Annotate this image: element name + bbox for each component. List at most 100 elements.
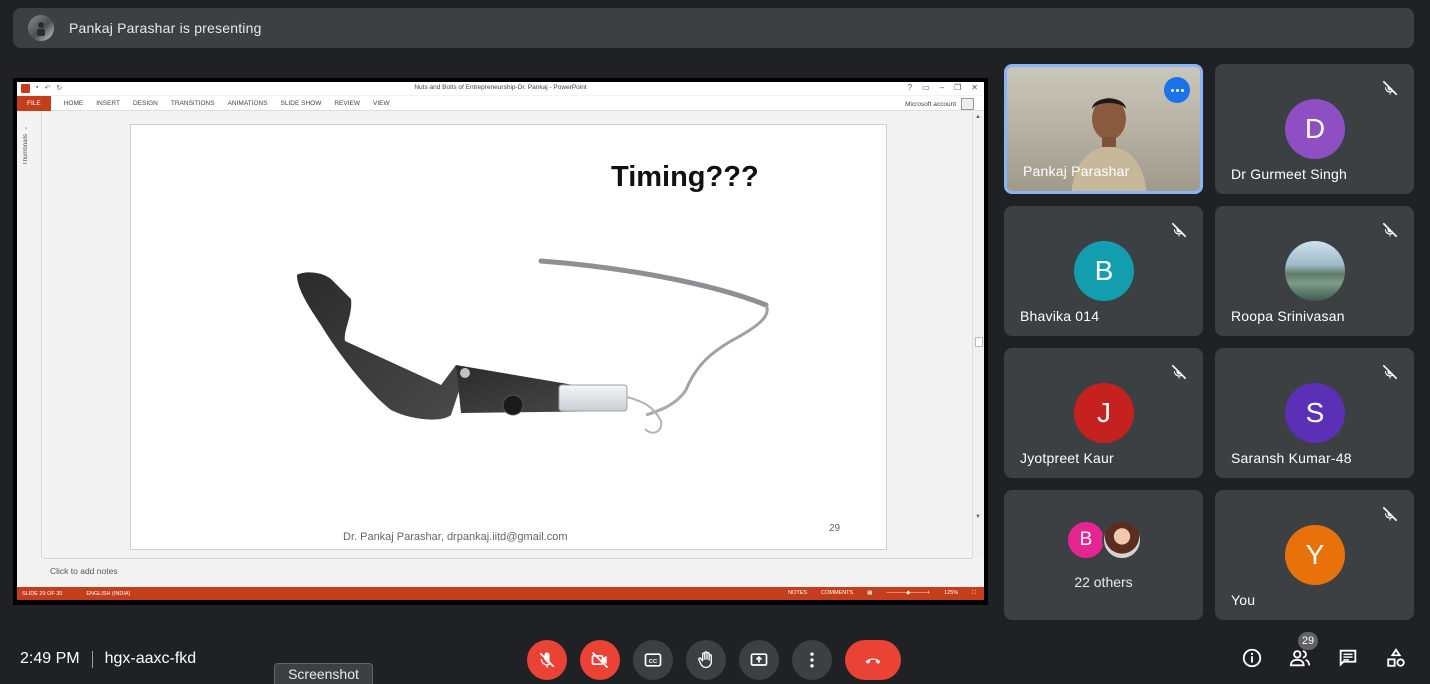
expand-thumbnails-icon[interactable]: › — [25, 126, 27, 132]
participant-tile-saransh[interactable]: S Saransh Kumar-48 — [1215, 348, 1414, 478]
participant-name: You — [1231, 592, 1256, 608]
avatar-photo — [1102, 520, 1142, 560]
smart-glasses-image — [297, 258, 769, 434]
mic-off-icon — [1382, 364, 1398, 380]
minimize-icon[interactable]: – — [940, 83, 944, 92]
more-options-button[interactable] — [1164, 77, 1190, 103]
scroll-thumb[interactable] — [975, 337, 983, 347]
window-controls: ? ▭ – ❐ ✕ — [908, 83, 978, 92]
mic-off-icon — [1382, 506, 1398, 522]
powerpoint-titlebar: ▪ ↶ ↻ Nuts and Bolts of Entrepreneurship… — [17, 82, 984, 95]
participant-name: Saransh Kumar-48 — [1231, 450, 1352, 466]
shapes-icon — [1387, 648, 1405, 667]
info-icon — [1242, 648, 1262, 668]
ribbon-display-icon[interactable]: ▭ — [922, 83, 930, 92]
tab-design[interactable]: DESIGN — [133, 100, 158, 107]
avatar: D — [1285, 99, 1345, 159]
present-screen-icon — [750, 653, 768, 666]
closed-captions-icon: CC — [644, 653, 662, 667]
normal-view-icon[interactable]: ▦ — [867, 590, 872, 597]
captions-button[interactable]: CC — [633, 640, 673, 680]
zoom-level[interactable]: 125% — [944, 590, 958, 597]
hang-up-icon — [865, 658, 881, 664]
scroll-down-icon[interactable]: ▼ — [975, 514, 981, 520]
powerpoint-window: ▪ ↶ ↻ Nuts and Bolts of Entrepreneurship… — [17, 82, 984, 600]
meeting-details-button[interactable] — [1240, 646, 1264, 670]
hand-icon — [698, 651, 712, 669]
present-button[interactable] — [739, 640, 779, 680]
camera-off-icon — [591, 651, 609, 669]
participant-name: Jyotpreet Kaur — [1020, 450, 1114, 466]
help-icon[interactable]: ? — [908, 83, 912, 92]
thumbnails-pane[interactable]: › Thumbnails — [17, 112, 42, 558]
tab-home[interactable]: HOME — [64, 100, 84, 107]
language-label[interactable]: ENGLISH (INDIA) — [86, 591, 130, 597]
slide-title: Timing??? — [611, 161, 759, 193]
avatar: Y — [1285, 525, 1345, 585]
mic-off-icon — [1382, 80, 1398, 96]
tab-view[interactable]: VIEW — [373, 100, 390, 107]
tab-animations[interactable]: ANIMATIONS — [228, 100, 268, 107]
divider — [91, 650, 93, 668]
avatar: S — [1285, 383, 1345, 443]
tab-insert[interactable]: INSERT — [96, 100, 120, 107]
people-button[interactable]: 29 — [1288, 632, 1318, 670]
participant-tile-bhavika[interactable]: B Bhavika 014 — [1004, 206, 1203, 336]
more-vert-icon — [810, 652, 814, 668]
vertical-scrollbar[interactable]: ▲ ▼ — [972, 112, 984, 558]
others-label: 22 others — [1074, 574, 1133, 590]
participant-tile-jyotpreet[interactable]: J Jyotpreet Kaur — [1004, 348, 1203, 478]
zoom-slider[interactable]: −———◆———+ — [886, 590, 930, 597]
participant-name: Pankaj Parashar — [1023, 163, 1130, 179]
person-icon — [37, 22, 45, 36]
notes-toggle[interactable]: NOTES — [788, 590, 807, 597]
svg-text:CC: CC — [649, 659, 658, 665]
restore-icon[interactable]: ❐ — [954, 83, 961, 92]
clock: 2:49 PM — [20, 650, 80, 667]
raise-hand-button[interactable] — [686, 640, 726, 680]
avatar: B — [1066, 520, 1106, 560]
avatar: J — [1074, 383, 1134, 443]
participant-tile-you[interactable]: Y You — [1215, 490, 1414, 620]
account-area[interactable]: Microsoft account — [905, 98, 974, 110]
side-panel-controls: 29 — [1240, 632, 1408, 670]
people-count-badge: 29 — [1298, 632, 1318, 650]
chat-button[interactable] — [1336, 646, 1360, 670]
tab-slide-show[interactable]: SLIDE SHOW — [281, 100, 322, 107]
activities-button[interactable] — [1384, 646, 1408, 670]
more-options-button[interactable] — [792, 640, 832, 680]
participant-name: Roopa Srinivasan — [1231, 308, 1345, 324]
scroll-up-icon[interactable]: ▲ — [975, 114, 981, 120]
participant-tile-others[interactable]: B 22 others — [1004, 490, 1203, 620]
mic-off-icon — [539, 652, 555, 668]
slide-number: 29 — [829, 523, 841, 534]
window-title: Nuts and Bolts of Entrepreneurship-Dr. P… — [414, 84, 587, 91]
chat-icon — [1339, 649, 1357, 667]
end-call-button[interactable] — [845, 640, 901, 680]
tab-review[interactable]: REVIEW — [334, 100, 360, 107]
account-avatar-icon[interactable] — [961, 98, 974, 110]
participant-tile-pankaj[interactable]: Pankaj Parashar — [1004, 64, 1203, 194]
camera-button[interactable] — [580, 640, 620, 680]
tab-file[interactable]: FILE — [17, 95, 51, 111]
microphone-button[interactable] — [527, 640, 567, 680]
fit-slide-icon[interactable]: ⛶ — [972, 590, 976, 597]
shared-screen: ▪ ↶ ↻ Nuts and Bolts of Entrepreneurship… — [13, 78, 988, 605]
notes-placeholder[interactable]: Click to add notes — [50, 566, 118, 576]
comments-toggle[interactable]: COMMENTS — [821, 590, 853, 597]
mic-off-icon — [1382, 222, 1398, 238]
close-icon[interactable]: ✕ — [971, 83, 978, 92]
notes-pane[interactable]: Click to add notes — [43, 558, 972, 585]
status-bar: SLIDE 29 OF 30 ENGLISH (INDIA) NOTES COM… — [17, 587, 984, 600]
slide-canvas[interactable]: Timing??? Dr. Pankaj Parashar, drpankaj.… — [130, 124, 887, 550]
participant-tile-gurmeet[interactable]: D Dr Gurmeet Singh — [1215, 64, 1414, 194]
account-label[interactable]: Microsoft account — [905, 101, 956, 108]
tab-transitions[interactable]: TRANSITIONS — [171, 100, 215, 107]
thumbnails-label: Thumbnails — [23, 134, 29, 166]
meeting-code: hgx-aaxc-fkd — [104, 650, 197, 667]
meeting-info: 2:49 PM hgx-aaxc-fkd — [20, 650, 196, 668]
participant-tile-roopa[interactable]: Roopa Srinivasan — [1215, 206, 1414, 336]
slide-footer: Dr. Pankaj Parashar, drpankaj.iitd@gmail… — [343, 531, 568, 543]
people-icon — [1289, 650, 1311, 667]
participant-name: Dr Gurmeet Singh — [1231, 166, 1348, 182]
